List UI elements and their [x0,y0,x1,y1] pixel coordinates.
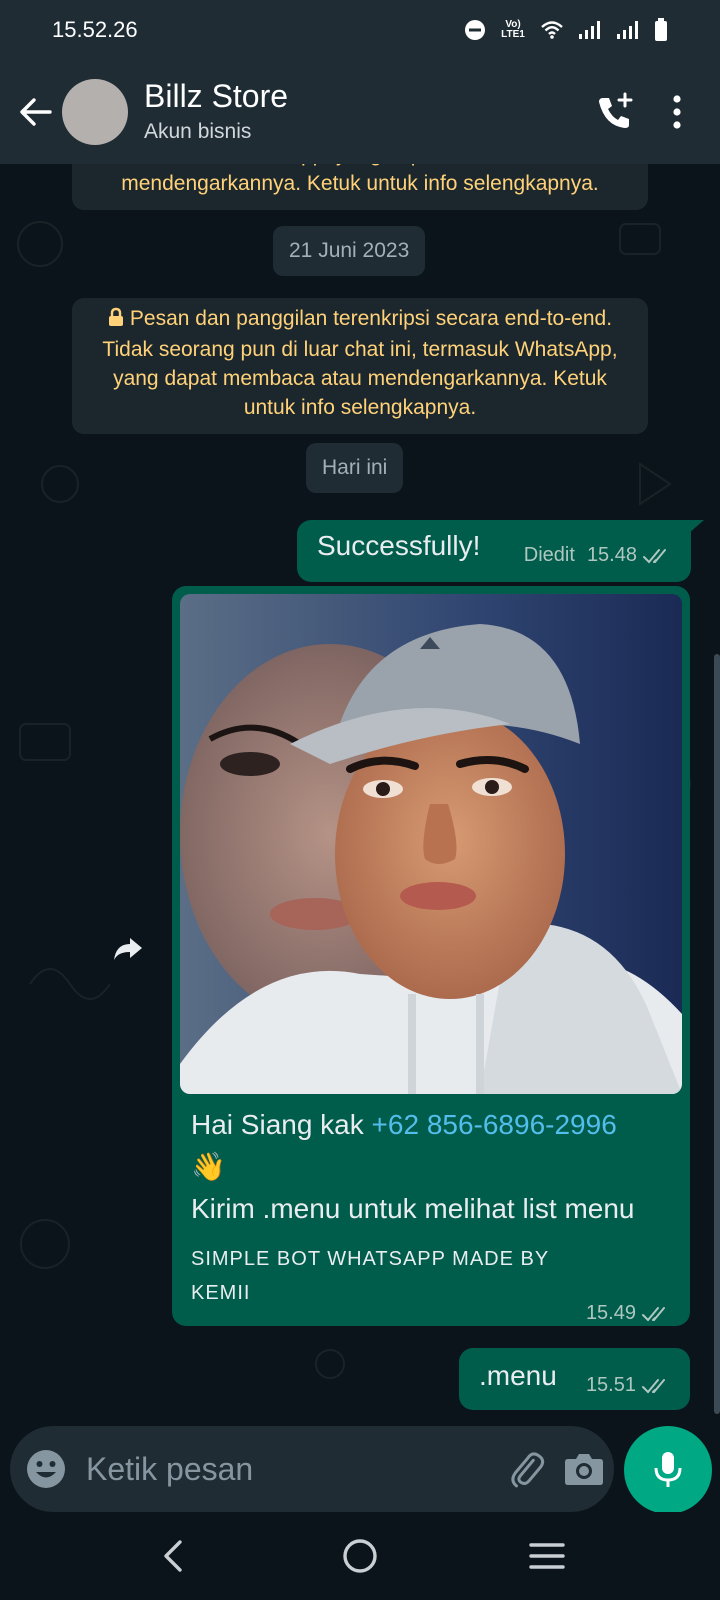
status-bar: 15.52.26 Vo) LTE1 [0,0,720,60]
chevron-left-icon [164,1540,183,1572]
home-circle-icon [343,1539,377,1573]
caption-instruction: Kirim .menu untuk melihat list menu [191,1193,635,1224]
message-time: 15.49 [585,1302,636,1324]
back-button[interactable] [10,77,60,147]
recents-icon [528,1543,565,1569]
message-bubble[interactable]: .menu 15.51 [459,1348,690,1410]
waving-hand-emoji: 👋 [191,1151,226,1182]
add-call-icon [599,92,633,128]
lock-icon [108,306,124,335]
wifi-icon [540,20,564,40]
contact-name: Billz Store [144,78,289,114]
message-image[interactable] [180,594,682,1094]
message-meta: 15.51 [586,1374,672,1397]
contact-subtitle: Akun bisnis [144,120,252,143]
caption-greeting: Hai Siang kak [191,1109,372,1140]
encryption-notice-partial[interactable]: termasuk WhatsApp, yang dapat membaca at… [72,164,648,210]
scrollbar[interactable] [714,654,720,1414]
encryption-notice-text: Pesan dan panggilan terenkripsi secara e… [102,307,618,419]
phone-link[interactable]: +62 856-6896-2996 [372,1109,617,1140]
double-check-icon [642,1378,665,1393]
edited-label: Diedit [523,544,575,566]
do-not-disturb-icon [464,19,486,41]
message-input[interactable] [86,1450,506,1488]
signal-icon-2 [616,20,640,40]
message-meta: 15.49 [586,1302,672,1325]
camera-button[interactable] [564,1439,604,1499]
encryption-notice[interactable]: Pesan dan panggilan terenkripsi secara e… [72,298,648,434]
status-icons: Vo) LTE1 [464,18,668,42]
add-call-button[interactable] [584,77,646,147]
double-check-icon [642,1306,665,1321]
signal-icon-1 [578,20,602,40]
forward-icon [114,938,142,960]
double-check-icon [643,548,666,563]
volte-icon: Vo) LTE1 [501,19,525,40]
message-bubble[interactable]: Successfully! Diedit 15.48 [297,520,704,582]
message-text: Successfully! [317,530,481,561]
contact-info[interactable]: Billz Store Akun bisnis [144,77,584,147]
avatar[interactable] [62,79,128,145]
forward-button[interactable] [102,923,154,975]
message-footer: SIMPLE BOT WHATSAPP MADE BY KEMII [191,1248,549,1304]
nav-home-button[interactable] [320,1521,400,1591]
message-time: 15.48 [586,544,637,566]
nav-back-button[interactable] [133,1521,213,1591]
status-time: 15.52.26 [52,17,138,42]
message-meta: Diedit 15.48 [524,544,673,567]
arrow-left-icon [20,98,52,126]
message-composer [10,1426,614,1512]
camera-icon [565,1454,603,1485]
date-label-today: Hari ini [306,443,404,493]
image-caption: Hai Siang kak +62 856-6896-2996 👋 Kirim … [191,1104,671,1230]
voice-message-button[interactable] [624,1426,712,1514]
attach-button[interactable] [506,1439,546,1499]
portrait-illustration [180,594,682,1094]
message-time: 15.51 [585,1374,636,1396]
nav-recents-button[interactable] [507,1521,587,1591]
chat-header: Billz Store Akun bisnis [0,60,720,164]
more-options-button[interactable] [646,77,708,147]
message-text: .menu [479,1360,557,1391]
more-vert-icon [673,95,681,129]
battery-icon [654,18,668,42]
bubble-tail [688,520,704,534]
date-label: 21 Juni 2023 [273,226,426,276]
mic-icon [654,1452,682,1487]
encryption-notice-partial-text: termasuk WhatsApp, yang dapat membaca at… [121,164,599,195]
emoji-icon [27,1450,65,1488]
paperclip-icon [511,1452,545,1488]
emoji-button[interactable] [26,1445,66,1493]
chat-area[interactable]: termasuk WhatsApp, yang dapat membaca at… [0,164,720,1426]
system-navigation-bar [0,1512,720,1600]
image-message-bubble[interactable]: Hai Siang kak +62 856-6896-2996 👋 Kirim … [172,586,690,1326]
